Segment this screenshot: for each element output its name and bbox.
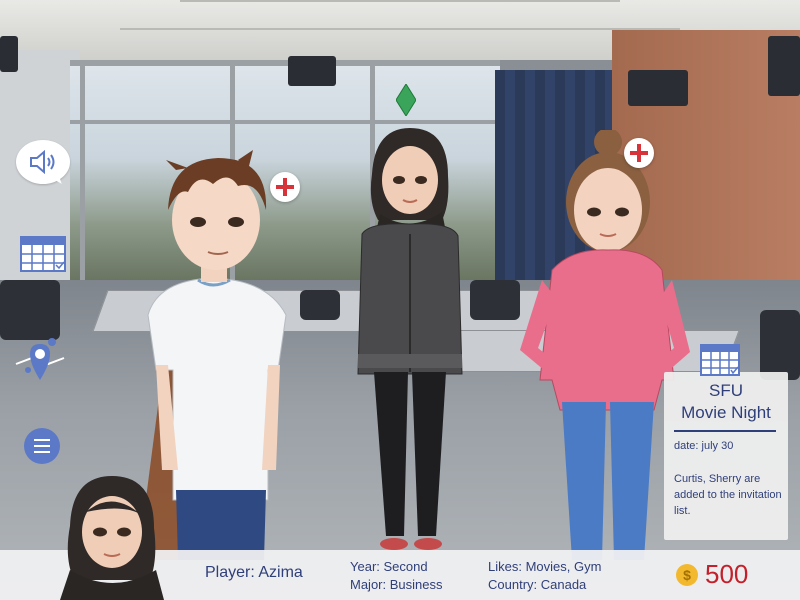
azima-player-character[interactable] <box>350 124 470 556</box>
speaker-icon <box>30 150 55 174</box>
ceiling-speaker <box>288 56 336 86</box>
chair <box>0 280 60 340</box>
coin-icon: $ <box>676 564 698 586</box>
player-country: Country: Canada <box>488 577 587 592</box>
event-divider <box>674 430 776 432</box>
player-name-label: Player: Azima <box>205 564 303 581</box>
event-title-line2: Movie Night <box>681 403 771 422</box>
event-invitation-note: Curtis, Sherry are added to the invitati… <box>674 473 782 517</box>
event-date: date: july 30 <box>674 440 734 452</box>
add-friend-plus-icon[interactable] <box>624 138 654 168</box>
ceiling-tile-line <box>180 0 620 2</box>
event-title: SFU Movie Night <box>664 380 788 424</box>
coin-balance: 500 <box>705 559 749 589</box>
hamburger-menu-icon <box>34 451 50 453</box>
chair <box>760 310 800 380</box>
map-pin-icon <box>15 338 65 380</box>
ceiling-tile-line <box>120 28 680 30</box>
ceiling-speaker <box>0 36 18 72</box>
player-avatar[interactable] <box>52 470 172 600</box>
map-button[interactable] <box>14 336 66 386</box>
hamburger-menu-icon <box>34 445 50 447</box>
ceiling-speaker <box>768 36 800 96</box>
calendar-button[interactable] <box>20 236 66 272</box>
calendar-icon <box>20 236 66 272</box>
plus-icon <box>630 144 648 162</box>
sound-toggle-button[interactable] <box>16 140 70 184</box>
event-calendar-badge <box>700 344 740 376</box>
ceiling-speaker <box>628 70 688 106</box>
window-frame <box>80 60 85 280</box>
calendar-icon <box>700 344 740 376</box>
player-major: Major: Business <box>350 577 443 592</box>
event-title-line1: SFU <box>709 381 743 400</box>
green-diamond-icon <box>396 84 416 116</box>
plus-icon <box>276 178 294 196</box>
player-likes: Likes: Movies, Gym <box>488 559 602 574</box>
player-year: Year: Second <box>350 559 428 574</box>
add-friend-plus-icon[interactable] <box>270 172 300 202</box>
main-menu-button[interactable] <box>24 428 60 464</box>
hamburger-menu-icon <box>34 439 50 441</box>
window-frame <box>70 60 500 66</box>
